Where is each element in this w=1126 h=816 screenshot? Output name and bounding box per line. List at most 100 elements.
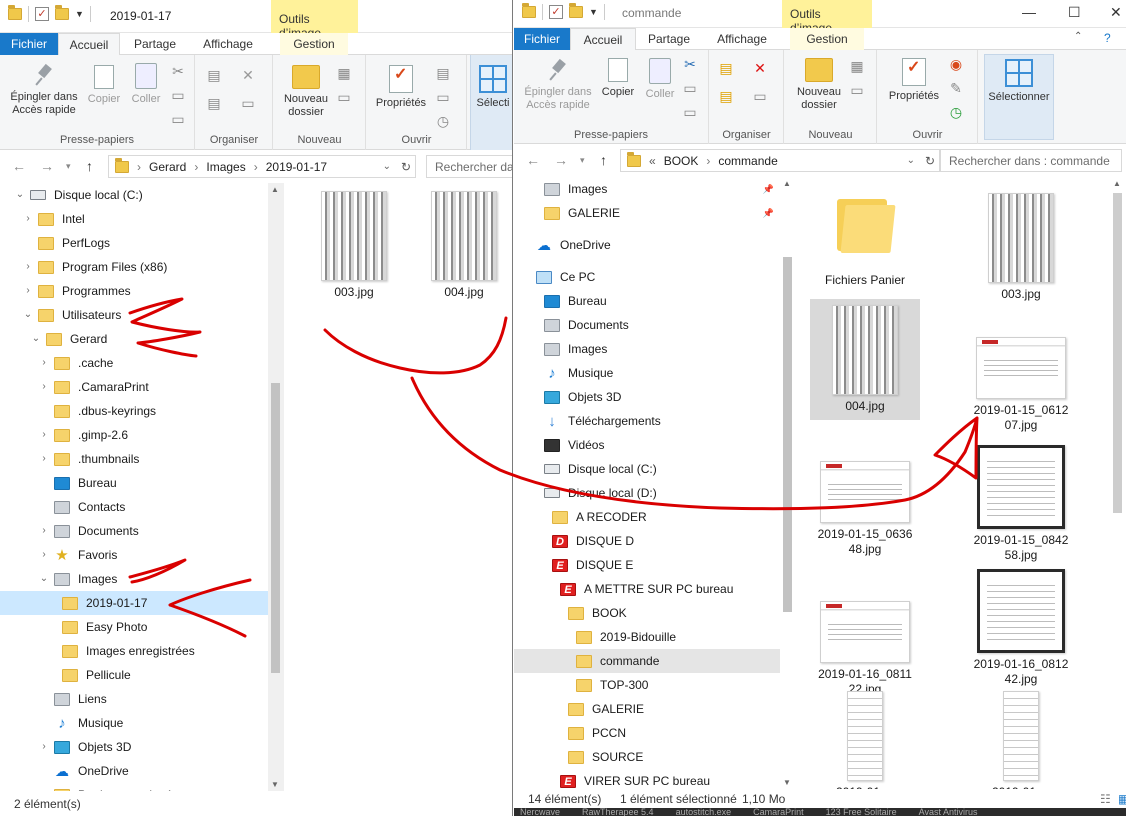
recent-dropdown-icon[interactable]: ▾ (580, 155, 585, 166)
nav-item[interactable]: › Intel (0, 207, 268, 231)
nav-item[interactable]: › Documents (0, 519, 268, 543)
nav-item[interactable]: Vidéos (514, 433, 780, 457)
cut-icon[interactable]: ✂ (170, 63, 186, 79)
copy-button[interactable]: Copier (598, 58, 638, 99)
breadcrumb-item[interactable]: commande (718, 154, 777, 168)
pin-icon[interactable]: 📌 (763, 201, 774, 225)
history-icon[interactable]: ◷ (948, 104, 964, 120)
nav-item[interactable]: Images 📌 (514, 177, 780, 201)
nav-item[interactable]: E DISQUE E (514, 553, 780, 577)
scroll-thumb[interactable] (783, 257, 792, 612)
file-tile[interactable]: 004.jpg (424, 191, 504, 300)
pin-quick-access-button[interactable]: Épingler dans Accès rapide (518, 60, 598, 112)
customize-qat-icon[interactable]: ▼ (589, 7, 598, 17)
nav-item[interactable]: GALERIE (514, 697, 780, 721)
nav-item[interactable]: ↓ Téléchargements (514, 409, 780, 433)
new-item-icon[interactable]: ▦ (849, 58, 865, 74)
nav-scrollbar[interactable]: ▲ ▼ (780, 177, 796, 789)
copy-button[interactable]: Copier (84, 65, 124, 106)
chevron-right-icon[interactable]: › (38, 543, 50, 567)
nav-item[interactable]: Contacts (0, 495, 268, 519)
maximize-icon[interactable]: ☐ (1068, 4, 1081, 21)
nav-item[interactable]: Images enregistrées (0, 639, 268, 663)
copy-path-icon[interactable]: ▭ (170, 87, 186, 103)
chevron-down-icon[interactable]: ⌄ (383, 161, 391, 172)
copy-to-icon[interactable]: ▤ (718, 88, 734, 104)
tab-home[interactable]: Accueil (58, 33, 120, 56)
scroll-down-icon[interactable]: ▼ (783, 778, 791, 787)
nav-item[interactable]: › .cache (0, 351, 268, 375)
new-folder-qat-icon[interactable] (569, 3, 583, 18)
properties-button[interactable]: Propriétés (371, 65, 431, 110)
minimize-icon[interactable]: — (1022, 4, 1036, 20)
file-tile[interactable]: 004.jpg (810, 299, 920, 420)
tab-file[interactable]: Fichier (514, 28, 570, 50)
chevron-right-icon[interactable]: › (38, 519, 50, 543)
file-tile[interactable]: 003.jpg (314, 191, 394, 300)
back-icon[interactable]: ← (526, 152, 540, 168)
tab-share[interactable]: Partage (638, 28, 700, 50)
rename-icon[interactable]: ▭ (752, 88, 768, 104)
tab-view[interactable]: Affichage (194, 33, 262, 55)
nav-item[interactable]: Bureau (0, 471, 268, 495)
file-tile[interactable]: 2019-01-... (966, 685, 1076, 789)
breadcrumb-item[interactable]: BOOK (664, 154, 699, 168)
customize-qat-icon[interactable]: ▼ (75, 9, 84, 19)
nav-item[interactable]: BOOK (514, 601, 780, 625)
folder-tile[interactable]: Fichiers Panier (810, 187, 920, 294)
breadcrumb[interactable]: « BOOK › commande ⌄ ↻ (620, 149, 940, 172)
move-to-icon[interactable]: ▤ (206, 67, 222, 83)
easy-access-icon[interactable]: ▭ (849, 82, 865, 98)
chevron-right-icon[interactable]: › (22, 279, 34, 303)
chevron-right-icon[interactable]: › (22, 255, 34, 279)
open-icon[interactable]: ◉ (948, 56, 964, 72)
nav-item[interactable]: ♪ Musique (0, 711, 268, 735)
file-tile[interactable]: 2019-01-16_0812 42.jpg (966, 563, 1076, 693)
nav-item[interactable]: 2019-Bidouille (514, 625, 780, 649)
paste-button[interactable]: Coller (126, 63, 166, 106)
forward-icon[interactable]: → (40, 158, 54, 174)
tab-home[interactable]: Accueil (570, 28, 636, 51)
collapse-ribbon-icon[interactable]: ⌃ (1074, 31, 1082, 42)
edit-icon[interactable]: ✎ (948, 80, 964, 96)
chevron-right-icon[interactable]: › (38, 447, 50, 471)
properties-qat-icon[interactable]: ✓ (35, 7, 49, 21)
file-tile[interactable]: 003.jpg (966, 187, 1076, 308)
tab-share[interactable]: Partage (124, 33, 186, 55)
pin-quick-access-button[interactable]: Épingler dans Accès rapide (4, 65, 84, 117)
new-folder-button[interactable]: Nouveau dossier (791, 58, 847, 112)
paste-button[interactable]: Coller (640, 58, 680, 101)
nav-item[interactable]: Ce PC (514, 265, 780, 289)
nav-item[interactable]: Parties enregistrées (0, 783, 268, 791)
scroll-thumb[interactable] (271, 383, 280, 673)
taskbar-item[interactable]: Nercwave (520, 808, 560, 816)
file-tile[interactable]: 2019-01-15_0842 58.jpg (966, 439, 1076, 569)
edit-icon[interactable]: ▭ (435, 89, 451, 105)
chevron-right-icon[interactable]: › (38, 351, 50, 375)
details-view-icon[interactable]: ☷ (1100, 792, 1111, 806)
nav-item[interactable]: ♪ Musique (514, 361, 780, 385)
file-tile[interactable]: 2019-01-15_0636 48.jpg (810, 455, 920, 563)
nav-item[interactable]: › Programmes (0, 279, 268, 303)
forward-icon[interactable]: → (554, 152, 568, 168)
nav-item[interactable]: › .gimp-2.6 (0, 423, 268, 447)
chevron-down-icon[interactable]: ⌄ (22, 303, 34, 327)
file-tile[interactable]: 2019-01-15_0612 07.jpg (966, 331, 1076, 439)
close-icon[interactable]: ✕ (1110, 4, 1122, 21)
pin-icon[interactable]: 📌 (763, 177, 774, 201)
nav-item[interactable]: › .thumbnails (0, 447, 268, 471)
nav-item[interactable]: › Objets 3D (0, 735, 268, 759)
nav-item[interactable]: › Program Files (x86) (0, 255, 268, 279)
search-input[interactable]: Rechercher da (426, 155, 512, 178)
breadcrumb-item[interactable]: Images (206, 160, 245, 174)
chevron-down-icon[interactable]: ⌄ (30, 327, 42, 351)
nav-item[interactable]: ⌄ Disque local (C:) (0, 183, 268, 207)
nav-item[interactable]: Bureau (514, 289, 780, 313)
taskbar-item[interactable]: Avast Antivirus (919, 808, 978, 816)
nav-item[interactable]: 2019-01-17 (0, 591, 268, 615)
delete-icon[interactable]: ✕ (752, 60, 768, 76)
nav-item[interactable]: TOP-300 (514, 673, 780, 697)
nav-item[interactable]: Pellicule (0, 663, 268, 687)
copy-to-icon[interactable]: ▤ (206, 95, 222, 111)
up-icon[interactable]: ↑ (600, 152, 607, 168)
